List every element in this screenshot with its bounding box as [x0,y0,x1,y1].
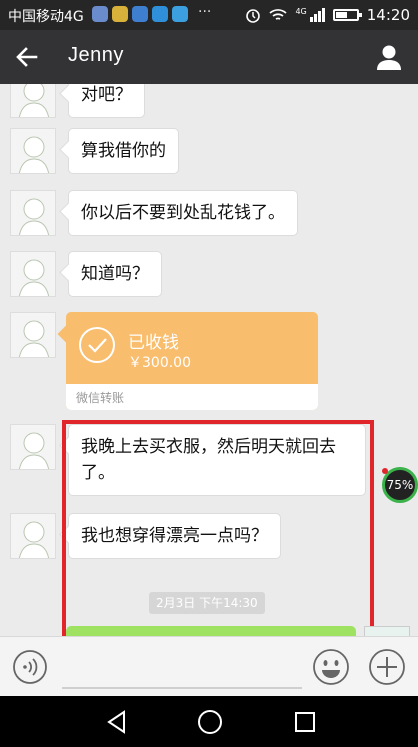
chat-header: Jenny [0,30,418,84]
money-transfer-card[interactable]: 已收钱 ￥300.00 微信转账 [66,312,318,410]
message-row: 我晚上去买衣服，然后明天就回去 了。 [10,424,366,496]
contact-avatar[interactable] [10,513,56,559]
contact-info-icon[interactable] [374,42,404,72]
signal-icon [309,8,325,22]
notification-icons [92,6,188,22]
message-bubble[interactable]: 算我借你的 [68,128,179,174]
contact-avatar[interactable] [10,251,56,297]
network-type-label: 4G [295,6,307,16]
self-avatar[interactable] [364,626,410,636]
message-row: 知道吗？ [10,251,162,297]
notification-dot [382,468,388,474]
app-notification-icon [132,6,148,22]
message-list[interactable]: 对吧？ 算我借你的 你以后不要到处乱花钱了。 知道吗？ 已收钱 ￥300.00 … [0,84,418,636]
app-notification-icon [92,6,108,22]
status-right: 4G 14:20 [245,6,410,24]
status-bar: 中国移动4G ··· 4G 14:20 [0,0,418,30]
carrier-label: 中国移动4G [8,9,84,25]
message-input[interactable] [62,687,302,689]
back-arrow-icon[interactable] [10,40,44,74]
message-bubble[interactable]: 我晚上去买衣服，然后明天就回去 了。 [68,424,366,496]
transfer-status: 已收钱 [128,333,179,353]
contact-avatar[interactable] [10,128,56,174]
message-bubble[interactable]: 你以后不要到处乱花钱了。 [68,190,298,236]
more-actions-icon[interactable] [368,648,406,686]
app-notification-icon [152,6,168,22]
app-notification-icon [172,6,188,22]
message-row [10,312,56,358]
battery-icon [332,9,362,21]
nav-home-icon[interactable] [196,708,224,736]
nav-back-icon[interactable] [104,709,130,735]
message-line: 我晚上去买衣服，然后明天就回去 [81,437,336,457]
message-bubble[interactable]: 对吧？ [68,84,145,118]
chat-title: Jenny [68,44,124,66]
contact-avatar[interactable] [10,190,56,236]
message-row: 我也想穿得漂亮一点吗？ [10,513,281,559]
message-row: 你以后不要到处乱花钱了。 [10,190,298,236]
input-bar [0,636,418,696]
message-bubble[interactable]: 知道吗？ [68,251,162,297]
check-circle-icon [79,327,115,363]
voice-input-icon[interactable] [12,649,48,685]
contact-avatar[interactable] [10,424,56,470]
contact-avatar[interactable] [10,312,56,358]
message-line: 了。 [81,463,115,483]
app-notification-icon [112,6,128,22]
alarm-icon [246,9,261,23]
clock: 14:20 [366,6,410,24]
more-notifications-icon: ··· [198,4,212,20]
contact-avatar[interactable] [10,84,56,118]
message-row: 对吧？ [10,84,145,118]
wifi-icon [269,9,288,20]
system-nav-bar [0,696,418,747]
transfer-amount: ￥300.00 [128,355,191,371]
emoji-icon[interactable] [312,648,350,686]
message-row: 算我借你的 [10,128,179,174]
self-message-bubble[interactable] [66,626,356,636]
transfer-label: 微信转账 [66,384,318,410]
message-bubble[interactable]: 我也想穿得漂亮一点吗？ [68,513,281,559]
timestamp: 2月3日 下午14:30 [149,592,265,614]
battery-level [335,12,347,18]
nav-recent-apps-icon[interactable] [292,709,318,735]
